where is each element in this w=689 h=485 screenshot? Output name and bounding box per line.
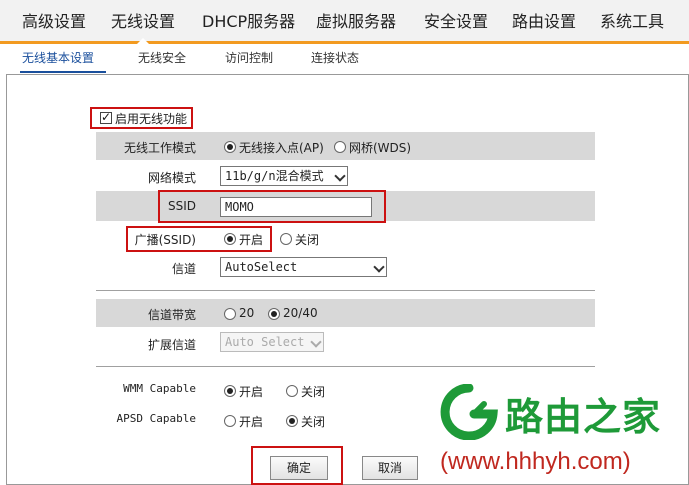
- subtab-wireless-security[interactable]: 无线安全: [138, 44, 186, 73]
- sub-navigation: 无线基本设置 无线安全 访问控制 连接状态: [0, 44, 689, 73]
- ok-button[interactable]: 确定: [270, 456, 328, 480]
- wmm-on-text: 开启: [239, 385, 264, 399]
- network-mode-value: 11b/g/n混合模式: [225, 169, 324, 183]
- apsd-label: APSD Capable: [116, 412, 196, 425]
- wmm-off-radio[interactable]: [286, 385, 298, 397]
- subtab-access-control[interactable]: 访问控制: [225, 44, 273, 73]
- watermark-brand: 路由之家: [505, 395, 662, 439]
- network-mode-label: 网络模式: [147, 171, 196, 185]
- subtab-active-underline: [20, 71, 106, 73]
- brand-logo-icon: [440, 384, 498, 440]
- wmm-off-text: 关闭: [301, 385, 326, 399]
- wireless-mode-label: 无线工作模式: [123, 141, 196, 155]
- chevron-down-icon: [334, 170, 346, 182]
- bandwidth-20-text: 20: [239, 306, 255, 320]
- mode-ap-text: 无线接入点(AP): [239, 141, 324, 155]
- watermark-url: (www.hhhyh.com): [440, 448, 631, 475]
- channel-value: AutoSelect: [225, 260, 298, 274]
- chevron-down-icon: [310, 336, 322, 348]
- subtab-wireless-basic[interactable]: 无线基本设置: [22, 44, 94, 73]
- bandwidth-20-radio[interactable]: [224, 308, 236, 320]
- broadcast-off-text: 关闭: [295, 233, 320, 247]
- ext-channel-label: 扩展信道: [147, 338, 196, 352]
- apsd-off-radio[interactable]: [286, 415, 298, 427]
- nav-tab-routing[interactable]: 路由设置: [512, 0, 576, 41]
- nav-tab-wireless[interactable]: 无线设置: [111, 0, 175, 44]
- network-mode-select[interactable]: 11b/g/n混合模式: [220, 166, 348, 186]
- nav-tab-dhcp[interactable]: DHCP服务器: [202, 0, 295, 41]
- channel-label: 信道: [171, 262, 196, 276]
- apsd-on-radio[interactable]: [224, 415, 236, 427]
- bandwidth-label: 信道带宽: [147, 308, 196, 322]
- ssid-value: MOMO: [225, 200, 254, 214]
- bandwidth-2040-text: 20/40: [283, 306, 318, 320]
- broadcast-on-text: 开启: [239, 233, 264, 247]
- ssid-label: SSID: [167, 199, 196, 213]
- divider: [96, 366, 595, 367]
- wmm-on-radio[interactable]: [224, 385, 236, 397]
- enable-wireless-checkbox[interactable]: [100, 110, 112, 124]
- nav-tab-virtual-server[interactable]: 虚拟服务器: [316, 0, 396, 41]
- broadcast-off-radio[interactable]: [280, 233, 292, 245]
- ext-channel-value: Auto Select: [225, 335, 305, 349]
- apsd-off-text: 关闭: [301, 415, 326, 429]
- apsd-on-text: 开启: [239, 415, 264, 429]
- wmm-label: WMM Capable: [123, 382, 196, 395]
- enable-wireless-label: 启用无线功能: [115, 112, 188, 126]
- nav-tab-system-tools[interactable]: 系统工具: [600, 0, 664, 41]
- bandwidth-2040-radio[interactable]: [268, 308, 280, 320]
- channel-select[interactable]: AutoSelect: [220, 257, 387, 277]
- top-navigation: 高级设置 无线设置 DHCP服务器 虚拟服务器 安全设置 路由设置 系统工具: [0, 0, 689, 44]
- subtab-connection-status[interactable]: 连接状态: [311, 44, 359, 73]
- ssid-input[interactable]: MOMO: [220, 197, 372, 217]
- nav-tab-security[interactable]: 安全设置: [424, 0, 488, 41]
- cancel-button[interactable]: 取消: [362, 456, 418, 480]
- mode-wds-text: 网桥(WDS): [349, 141, 412, 155]
- broadcast-label: 广播(SSID): [134, 233, 196, 247]
- mode-wds-radio[interactable]: [334, 141, 346, 153]
- ext-channel-select: Auto Select: [220, 332, 324, 352]
- nav-tab-advanced[interactable]: 高级设置: [22, 0, 86, 41]
- broadcast-on-radio[interactable]: [224, 233, 236, 245]
- chevron-down-icon: [373, 261, 385, 273]
- mode-ap-radio[interactable]: [224, 141, 236, 153]
- divider: [96, 290, 595, 291]
